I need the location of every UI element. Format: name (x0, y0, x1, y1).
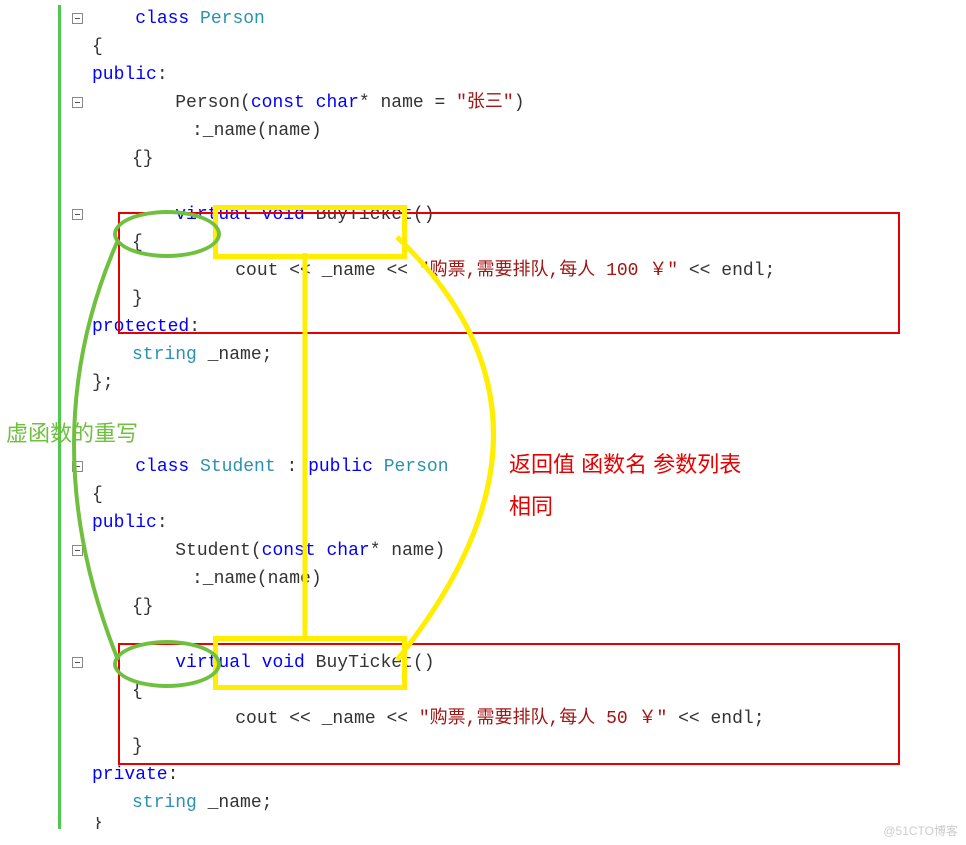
code-line: class Person (0, 5, 966, 33)
code-editor: class Person { public: Person(const char… (0, 0, 966, 829)
code-line: string _name; (0, 341, 966, 369)
watermark: @51CTO博客 (883, 822, 958, 839)
code-line: virtual void BuyTicket() (0, 649, 966, 677)
code-line (0, 397, 966, 425)
code-line: {} (0, 145, 966, 173)
code-line: virtual void BuyTicket() (0, 201, 966, 229)
code-line: cout << _name << "购票,需要排队,每人 100 ￥" << e… (0, 257, 966, 285)
code-line: }; (0, 369, 966, 397)
code-line: string _name; (0, 789, 966, 817)
code-line: } (0, 817, 966, 829)
code-line: class Student : public Person (0, 453, 966, 481)
code-line: protected: (0, 313, 966, 341)
code-line: Person(const char* name = "张三") (0, 89, 966, 117)
code-line: cout << _name << "购票,需要排队,每人 50 ￥" << en… (0, 705, 966, 733)
code-line: {} (0, 593, 966, 621)
code-line: :_name(name) (0, 565, 966, 593)
code-line: Student(const char* name) (0, 537, 966, 565)
code-line: private: (0, 761, 966, 789)
